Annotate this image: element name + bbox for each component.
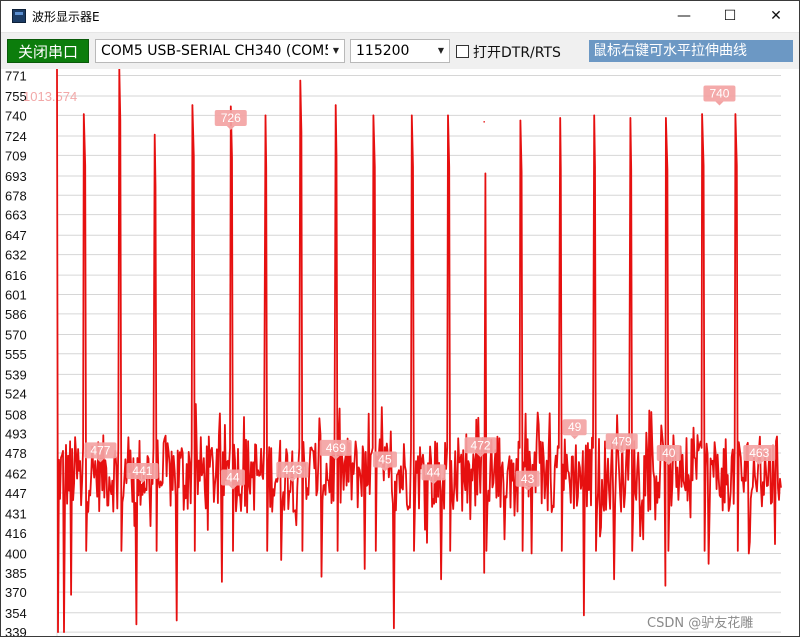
peak-point (701, 113, 703, 115)
peak-label-text: 45 (378, 452, 392, 466)
peak-point (447, 114, 449, 117)
y-tick-label: 570 (5, 327, 27, 342)
port-select[interactable]: COM5 USB-SERIAL CH340 (COM5) ▼ (95, 39, 345, 63)
window-title: 波形显示器E (32, 10, 100, 24)
peak-label-text: 49 (568, 420, 582, 434)
peak-label-pointer (715, 101, 724, 106)
peak-label-text: 441 (132, 464, 152, 478)
peak-label-text: 40 (662, 446, 676, 460)
peak-label-pointer (570, 435, 579, 440)
chevron-down-icon: ▼ (433, 40, 449, 62)
y-tick-label: 647 (5, 228, 27, 243)
baud-select-value: 115200 (356, 43, 410, 59)
y-tick-label: 555 (5, 347, 27, 362)
waveform-plot[interactable]: 771 755 740 724 709 693 678 663 647 632 616 601 586 5… (1, 69, 799, 636)
peak-point (410, 114, 413, 117)
y-tick-label: 447 (5, 486, 27, 501)
peak-label-text: 477 (90, 443, 110, 457)
peak-point (629, 117, 632, 119)
peak-label-text: 740 (709, 86, 729, 100)
peak-point (229, 105, 232, 108)
y-tick-label: 663 (5, 208, 27, 223)
peak-label-text: 472 (471, 438, 491, 452)
peak-point (82, 113, 85, 115)
y-tick-label: 478 (5, 446, 27, 461)
y-tick-label: 678 (5, 188, 27, 203)
y-tick-label: 601 (5, 288, 27, 303)
peak-label-text: 479 (612, 434, 632, 448)
peak-point (191, 104, 194, 106)
y-tick-label: 508 (5, 407, 27, 422)
y-tick-label: 632 (5, 248, 27, 263)
maximize-button[interactable]: ☐ (707, 1, 753, 32)
toolbar: 关闭串口 COM5 USB-SERIAL CH340 (COM5) ▼ 1152… (1, 33, 799, 69)
baud-select[interactable]: 115200 ▼ (350, 39, 450, 63)
app-icon (12, 9, 26, 23)
minimize-button[interactable]: — (661, 1, 707, 32)
y-tick-label: 370 (5, 585, 27, 600)
y-tick-label: 354 (5, 606, 27, 621)
port-select-value: COM5 USB-SERIAL CH340 (COM5) (101, 43, 329, 59)
y-tick-label: 524 (5, 387, 27, 402)
peak-label-pointer (755, 461, 764, 466)
title-bar[interactable]: 波形显示器E — ☐ ✕ (1, 1, 799, 33)
watermark: CSDN @驴友花雕 (647, 616, 754, 631)
peak-point (593, 114, 596, 117)
close-button[interactable]: ✕ (753, 1, 799, 32)
peak-point (153, 133, 156, 136)
peak-label-text: 44 (427, 465, 441, 479)
y-tick-label: 339 (5, 625, 27, 636)
y-tick-label: 616 (5, 268, 27, 283)
close-serial-button[interactable]: 关闭串口 (7, 39, 89, 63)
y-tick-label: 724 (5, 129, 27, 144)
peak-point (299, 79, 302, 82)
peak-label-text: 726 (221, 111, 241, 125)
dtr-rts-label: 打开DTR/RTS (473, 45, 561, 61)
chevron-down-icon: ▼ (328, 40, 344, 62)
peak-point (264, 114, 267, 117)
y-tick-label: 771 (5, 69, 27, 83)
y-tick-label: 400 (5, 547, 27, 562)
peak-label-text: 43 (521, 472, 535, 486)
peak-point (665, 117, 667, 119)
y-tick-label: 586 (5, 307, 27, 322)
peak-label-text: 469 (326, 441, 346, 455)
hint-box: 鼠标右键可水平拉伸曲线 (589, 40, 793, 62)
y-tick-label: 385 (5, 566, 27, 581)
y-tick-label: 709 (5, 148, 27, 163)
y-tick-label: 740 (5, 108, 27, 123)
peak-point (559, 117, 561, 119)
y-tick-label: 539 (5, 367, 27, 382)
y-tick-label: 462 (5, 467, 27, 482)
app-window: 波形显示器E — ☐ ✕ 关闭串口 COM5 USB-SERIAL CH340 … (0, 0, 800, 637)
y-tick-label: 693 (5, 169, 27, 184)
peak-label-text: 463 (749, 446, 769, 460)
peak-label-text: 443 (282, 463, 302, 477)
series-line (56, 69, 782, 633)
peak-label-pointer (226, 125, 235, 130)
peak-point (734, 113, 737, 115)
peak-label-pointer (288, 477, 297, 482)
peak-point (334, 104, 337, 106)
waveform-svg[interactable]: 7717557407247096936786636476326166015865… (1, 69, 799, 636)
peak-point (483, 121, 485, 123)
y-tick-label: 493 (5, 427, 27, 442)
y-tick-label: 431 (5, 507, 27, 522)
overlay-value: 1013.574 (23, 89, 77, 104)
peak-point (372, 114, 375, 117)
peak-point (519, 119, 522, 122)
y-tick-label: 416 (5, 526, 27, 541)
dtr-rts-checkbox[interactable] (456, 45, 469, 58)
peak-label-text: 44 (226, 470, 240, 484)
